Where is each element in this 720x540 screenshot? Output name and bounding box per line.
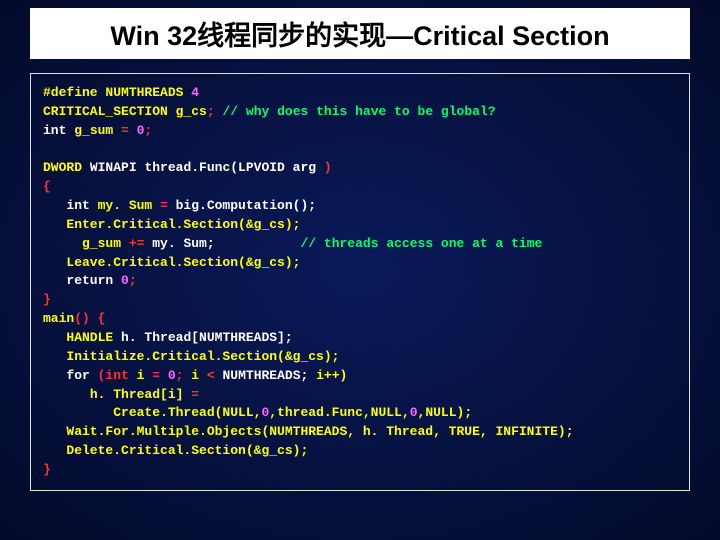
- t: // why does this have to be global?: [222, 104, 495, 119]
- t: CRITICAL_SECTION: [43, 104, 168, 119]
- t: HANDLE: [66, 330, 113, 345]
- code-line: }: [43, 291, 677, 310]
- slide-title: Win 32线程同步的实现—Critical Section: [30, 8, 690, 59]
- code-line: h. Thread[i] =: [43, 386, 677, 405]
- t: Enter.Critical.Section(&g_cs);: [66, 217, 300, 232]
- t: NUMTHREADS: [105, 85, 183, 100]
- t: =: [152, 198, 175, 213]
- t: [43, 217, 66, 232]
- t: g_sum: [82, 236, 121, 251]
- code-line: int g_sum = 0;: [43, 122, 677, 141]
- t: }: [43, 292, 51, 307]
- t: for: [43, 368, 98, 383]
- t: <: [199, 368, 222, 383]
- t: WINAPI: [82, 160, 144, 175]
- t: 4: [191, 85, 199, 100]
- code-line: Create.Thread(NULL,0,thread.Func,NULL,0,…: [43, 404, 677, 423]
- t: Initialize.Critical.Section(&g_cs);: [66, 349, 339, 364]
- t: 0: [168, 368, 176, 383]
- t: ;: [207, 104, 215, 119]
- code-line: Wait.For.Multiple.Objects(NUMTHREADS, h.…: [43, 423, 677, 442]
- t: ;: [144, 123, 152, 138]
- t: arg: [285, 160, 324, 175]
- t: ): [324, 160, 332, 175]
- code-line: }: [43, 461, 677, 480]
- t: () {: [74, 311, 105, 326]
- t: Leave.Critical.Section(&g_cs);: [66, 255, 300, 270]
- t: Wait.For.Multiple.Objects(NUMTHREADS, h.…: [66, 424, 573, 439]
- code-line: int my. Sum = big.Computation();: [43, 197, 677, 216]
- t: +=: [121, 236, 152, 251]
- t: g_sum: [74, 123, 113, 138]
- t: int: [43, 123, 74, 138]
- t: [43, 424, 66, 439]
- t: my. Sum: [98, 198, 153, 213]
- t: [43, 405, 113, 420]
- t: =: [144, 368, 167, 383]
- t: Create.Thread(NULL,: [113, 405, 261, 420]
- t: [113, 330, 121, 345]
- code-line: HANDLE h. Thread[NUMTHREADS];: [43, 329, 677, 348]
- t: big.Computation();: [176, 198, 316, 213]
- t: 0: [121, 273, 129, 288]
- t: =: [113, 123, 136, 138]
- t: Delete.Critical.Section(&g_cs);: [66, 443, 308, 458]
- t: main: [43, 311, 74, 326]
- t: my. Sum;: [152, 236, 214, 251]
- code-line: Enter.Critical.Section(&g_cs);: [43, 216, 677, 235]
- t: [43, 349, 66, 364]
- t: [43, 255, 66, 270]
- t: i: [191, 368, 199, 383]
- code-line: return 0;: [43, 272, 677, 291]
- code-line: main() {: [43, 310, 677, 329]
- t: ,thread.Func,NULL,: [269, 405, 409, 420]
- code-line: DWORD WINAPI thread.Func(LPVOID arg ): [43, 159, 677, 178]
- t: (int: [98, 368, 137, 383]
- t: h. Thread[NUMTHREADS];: [121, 330, 293, 345]
- t: [43, 387, 90, 402]
- t: =: [183, 387, 206, 402]
- slide: Win 32线程同步的实现—Critical Section #define N…: [0, 0, 720, 540]
- t: [43, 330, 66, 345]
- t: int: [43, 198, 98, 213]
- code-block: #define NUMTHREADS 4 CRITICAL_SECTION g_…: [30, 73, 690, 491]
- code-line: [43, 141, 677, 160]
- t: [43, 443, 66, 458]
- code-line: {: [43, 178, 677, 197]
- t: [215, 236, 301, 251]
- t: DWORD: [43, 160, 82, 175]
- t: ;: [129, 273, 137, 288]
- t: // threads access one at a time: [301, 236, 543, 251]
- t: {: [43, 179, 51, 194]
- code-line: Delete.Critical.Section(&g_cs);: [43, 442, 677, 461]
- code-line: #define NUMTHREADS 4: [43, 84, 677, 103]
- t: ;: [176, 368, 192, 383]
- t: NUMTHREADS;: [222, 368, 316, 383]
- t: [43, 236, 82, 251]
- t: #define: [43, 85, 98, 100]
- code-line: Initialize.Critical.Section(&g_cs);: [43, 348, 677, 367]
- t: thread.Func(LPVOID: [144, 160, 284, 175]
- t: return: [43, 273, 121, 288]
- code-line: g_sum += my. Sum; // threads access one …: [43, 235, 677, 254]
- t: ,NULL);: [418, 405, 473, 420]
- t: i++): [316, 368, 347, 383]
- code-line: Leave.Critical.Section(&g_cs);: [43, 254, 677, 273]
- t: }: [43, 462, 51, 477]
- t: 0: [410, 405, 418, 420]
- code-line: CRITICAL_SECTION g_cs; // why does this …: [43, 103, 677, 122]
- t: h. Thread[i]: [90, 387, 184, 402]
- t: g_cs: [176, 104, 207, 119]
- code-line: for (int i = 0; i < NUMTHREADS; i++): [43, 367, 677, 386]
